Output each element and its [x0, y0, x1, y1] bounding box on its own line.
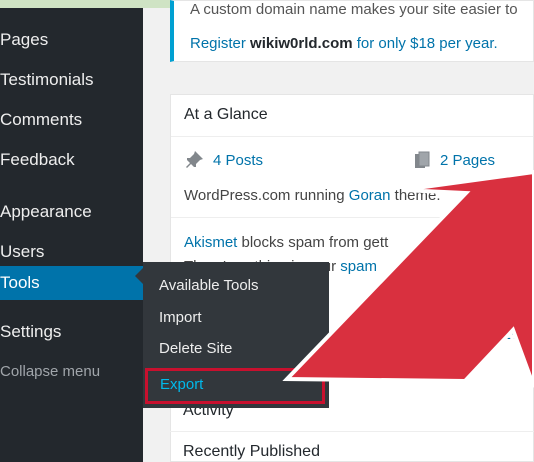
sidebar-item-label: Users	[0, 242, 45, 261]
notice-text: A custom domain name makes your site eas…	[190, 1, 518, 18]
sidebar-item-label: Appearance	[0, 202, 92, 221]
akismet-text: Akismet blocks spam from gett our blog	[184, 234, 488, 251]
widget-header: At a Glance	[171, 95, 533, 137]
pages-count-link[interactable]: 2 Pages	[440, 152, 495, 169]
sidebar-item-label: Collapse menu	[0, 363, 101, 380]
posts-count-link[interactable]: 4 Posts	[213, 152, 263, 169]
register-prefix: Register	[190, 35, 251, 52]
submenu-export[interactable]: Export	[145, 368, 325, 404]
export-label: Export	[160, 376, 204, 393]
submenu-import[interactable]: Import	[159, 308, 202, 328]
akismet-link[interactable]: Akismet	[184, 234, 237, 251]
widget-title: At a Glance	[184, 106, 268, 123]
sidebar-item-pages[interactable]: Pages	[0, 23, 143, 57]
sidebar-item-label: Pages	[0, 30, 49, 49]
activity-divider	[170, 431, 534, 432]
domain-notice: A custom domain name makes your site eas…	[170, 0, 534, 62]
domain-name: wikiw0rld.com	[250, 35, 353, 52]
recently-published-heading: Recently Published	[183, 443, 320, 460]
sidebar-item-appearance[interactable]: Appearance	[0, 195, 143, 229]
sidebar-item-feedback[interactable]: Feedback	[0, 143, 143, 177]
sidebar-item-label: Comments	[0, 110, 83, 129]
running-theme-text: WordPress.com running Goran theme.	[184, 187, 441, 204]
theme-suffix: theme.	[390, 187, 441, 204]
sidebar-item-label: Feedback	[0, 150, 75, 169]
collapse-menu-button[interactable]: Collapse menu	[0, 355, 143, 389]
submenu-delete-site[interactable]: Delete Site	[159, 339, 232, 359]
storage-usage: MB (1%	[471, 326, 525, 343]
sidebar-item-label: Settings	[0, 322, 62, 341]
pages-icon	[415, 151, 430, 168]
register-link[interactable]: Register wikiw0rld.com for only $18 per …	[190, 35, 498, 52]
admin-sidebar: Pages Testimonials Comments Feedback App…	[0, 8, 143, 462]
sidebar-item-label: Tools	[0, 273, 40, 292]
sidebar-item-users[interactable]: Users	[0, 235, 143, 269]
akismet-body: blocks spam from gett	[237, 234, 389, 251]
spam-link[interactable]: spam	[340, 258, 377, 275]
register-suffix: for only $18 per year.	[352, 35, 498, 52]
theme-link[interactable]: Goran	[349, 187, 391, 204]
sidebar-item-tools[interactable]: Tools	[0, 266, 143, 300]
sidebar-item-label: Testimonials	[0, 70, 94, 89]
akismet-tail: our blog	[434, 234, 489, 251]
sidebar-item-settings[interactable]: Settings	[0, 315, 143, 349]
sidebar-item-testimonials[interactable]: Testimonials	[0, 63, 143, 97]
glance-divider	[171, 217, 533, 218]
pushpin-icon	[186, 151, 203, 168]
submenu-available-tools[interactable]: Available Tools	[159, 276, 259, 296]
running-prefix: WordPress.com running	[184, 187, 349, 204]
sidebar-item-comments[interactable]: Comments	[0, 103, 143, 137]
